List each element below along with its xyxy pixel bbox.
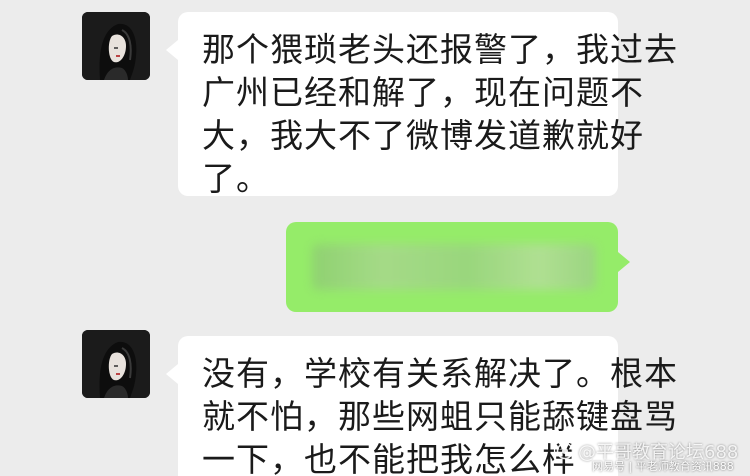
watermark-logo-icon <box>556 442 574 460</box>
avatar[interactable] <box>82 12 150 80</box>
message-bubble-outgoing-redacted[interactable] <box>286 222 630 312</box>
message-text-line: 那个猥琐老头还报警了，我过去 <box>202 30 678 69</box>
message-bubble-incoming[interactable]: 没有，学校有关系解决了。根本 就不怕，那些网蛆只能舔键盘骂 一下，也不能把我怎么… <box>166 336 678 476</box>
chat-screen: 那个猥琐老头还报警了，我过去 广州已经和解了，现在问题不 大，我大不了微博发道歉… <box>0 0 750 476</box>
message-text-line: 没有，学校有关系解决了。根本 <box>202 354 678 393</box>
message-text-line: 就不怕，那些网蛆只能舔键盘骂 <box>202 397 678 436</box>
message-text-line: 大，我大不了微博发道歉就好 <box>202 116 644 155</box>
redacted-text-blur <box>312 244 596 290</box>
message-bubble-incoming[interactable]: 那个猥琐老头还报警了，我过去 广州已经和解了，现在问题不 大，我大不了微博发道歉… <box>166 12 678 198</box>
watermark-source: 网易号 | 平老师教育资讯888 <box>592 460 734 473</box>
woman-portrait-icon <box>82 12 150 80</box>
message-text-line: 了。 <box>202 159 270 198</box>
avatar[interactable] <box>82 330 150 398</box>
message-text-line: 广州已经和解了，现在问题不 <box>202 73 644 112</box>
message-text-line: 一下，也不能把我怎么样 <box>202 440 576 476</box>
woman-portrait-icon <box>82 330 150 398</box>
